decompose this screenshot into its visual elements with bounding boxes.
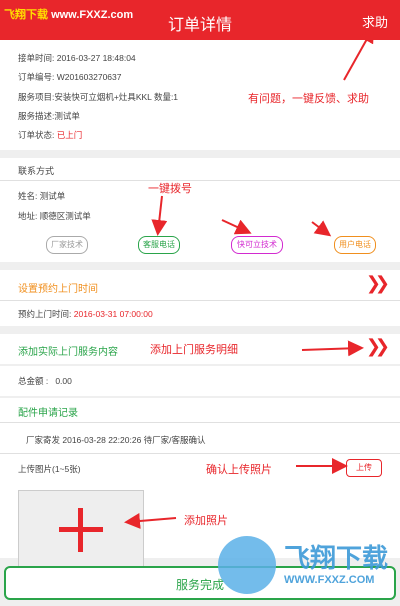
kkl-tech-button[interactable]: 快可立技术: [231, 236, 283, 254]
watermark-logo-url: WWW.FXXZ.COM: [284, 574, 375, 586]
total-card: 总金额 : 0.00: [0, 366, 400, 396]
help-button[interactable]: 求助: [362, 12, 388, 31]
page-title: 订单详情: [167, 17, 232, 34]
contact-name: 姓名: 测试单: [18, 191, 66, 201]
order-status-value: 已上门: [56, 130, 83, 140]
annotation-add-photo: 添加照片: [184, 515, 228, 527]
appointment-time: 预约上门时间: 2016-03-31 07:00:00: [18, 308, 153, 320]
chevron-right-icon[interactable]: ❯❯: [366, 273, 390, 294]
service-description: 服务描述:测试单: [18, 111, 80, 121]
total-amount: 总金额 : 0.00: [18, 375, 72, 387]
service-phone-button[interactable]: 客服电话: [138, 236, 180, 254]
factory-tech-button[interactable]: 厂家技术: [46, 236, 88, 254]
watermark-logo: 飞翔下载 WWW.FXXZ.COM: [218, 532, 398, 602]
annotation-dial: 一键拨号: [148, 183, 192, 195]
divider: [0, 422, 400, 423]
total-value: 0.00: [55, 376, 72, 386]
set-appointment-link[interactable]: 设置预约上门时间: [18, 280, 98, 295]
divider: [0, 180, 400, 181]
add-photo-button[interactable]: [18, 490, 144, 568]
contact-card: 联系方式 姓名: 测试单 地址: 顺德区测试单 厂家技术 客服电话 快可立技术 …: [0, 158, 400, 262]
divider: [0, 300, 400, 301]
order-status: 订单状态: 已上门: [18, 129, 82, 141]
add-service-detail-link[interactable]: 添加实际上门服务内容: [18, 343, 118, 358]
parts-record: 厂家寄发 2016-03-28 22:20:26 待厂家/客服确认: [26, 435, 206, 445]
dispatch-time: 接单时间: 2016-03-27 18:48:04: [18, 53, 136, 63]
divider: [0, 453, 400, 454]
annotation-help: 有问题，一键反馈、求助: [248, 93, 369, 105]
annotation-upload: 确认上传照片: [206, 464, 272, 476]
total-label: 总金额 :: [18, 376, 49, 386]
contact-address: 地址: 顺德区测试单: [18, 211, 91, 221]
annotation-service: 添加上门服务明细: [150, 344, 238, 356]
watermark-circle-icon: [218, 536, 276, 594]
appointment-time-label: 预约上门时间:: [18, 309, 72, 319]
appointment-card: 设置预约上门时间 ❯❯ 预约上门时间: 2016-03-31 07:00:00: [0, 270, 400, 326]
plus-icon-v: [78, 508, 83, 552]
upload-label: 上传图片(1~5张): [18, 464, 81, 474]
service-item: 服务项目:安装快可立烟机+灶具KKL 数量:1: [18, 92, 179, 102]
parts-title: 配件申请记录: [18, 408, 78, 419]
order-number: 订单编号: W201603270637: [18, 72, 122, 82]
app-header: 飞翔下载 www.FXXZ.com 订单详情 求助: [0, 0, 400, 40]
chevron-right-icon[interactable]: ❯❯: [366, 336, 390, 357]
user-phone-button[interactable]: 用户电话: [334, 236, 376, 254]
upload-button[interactable]: 上传: [346, 459, 382, 477]
contact-title: 联系方式: [18, 166, 55, 176]
appointment-time-value: 2016-03-31 07:00:00: [73, 309, 153, 319]
order-status-label: 订单状态:: [18, 130, 55, 140]
watermark-logo-brand: 飞翔下载: [284, 543, 389, 573]
